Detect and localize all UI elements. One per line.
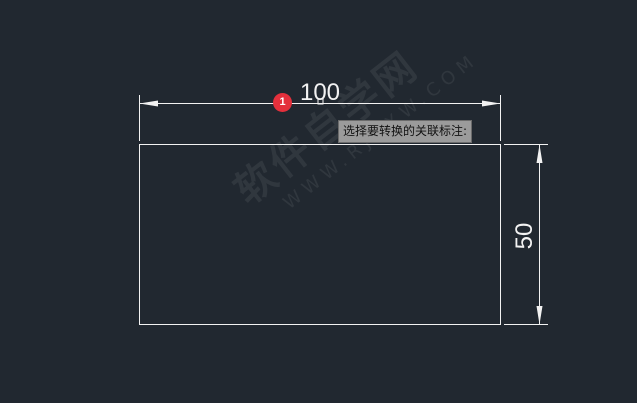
drawing-svg: 100 50	[139, 79, 548, 325]
horizontal-dimension-text[interactable]: 100	[300, 79, 340, 106]
cad-drawing-canvas[interactable]: 软件自学网 WWW.RJZXW.COM 100 50 1 选择要转换的关联标注:	[0, 0, 637, 403]
step-badge: 1	[273, 93, 292, 112]
horizontal-arrow-left	[139, 100, 158, 107]
vertical-dimension-text[interactable]: 50	[511, 223, 538, 250]
command-prompt-tooltip: 选择要转换的关联标注:	[338, 120, 473, 143]
vertical-arrow-top	[536, 144, 543, 163]
vertical-arrow-bottom	[536, 306, 543, 325]
horizontal-arrow-right	[482, 100, 501, 107]
rectangle-shape[interactable]	[139, 144, 501, 325]
